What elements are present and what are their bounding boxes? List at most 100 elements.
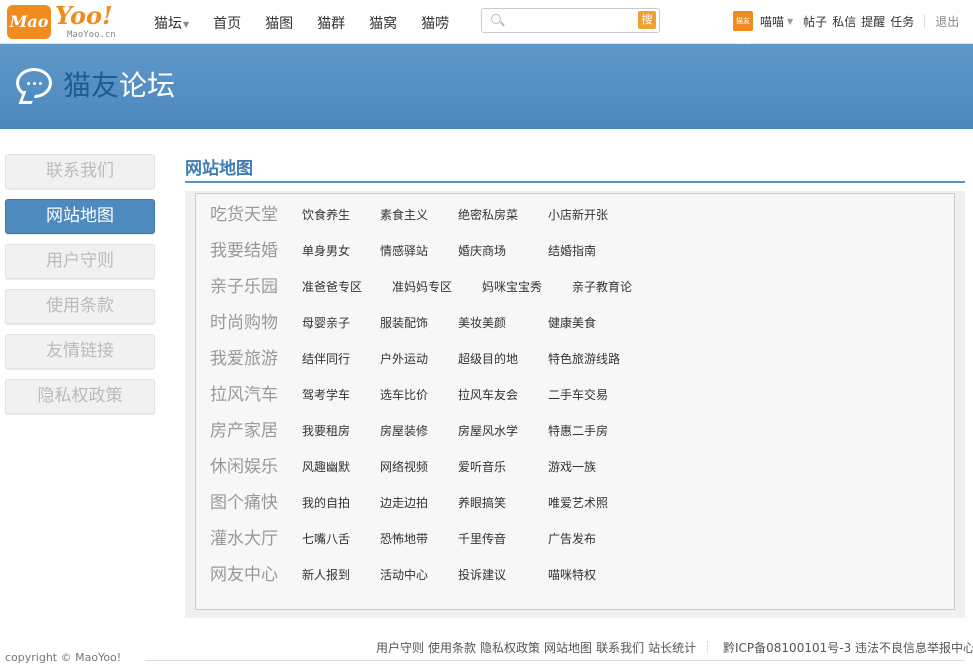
nav-item-chat[interactable]: 猫唠 xyxy=(421,13,449,33)
sitemap-category[interactable]: 我要结婚 xyxy=(210,240,278,262)
chevron-down-icon[interactable]: ▼ xyxy=(787,17,793,26)
username[interactable]: 喵喵 xyxy=(760,13,784,30)
sitemap-link[interactable]: 健康美食 xyxy=(548,315,596,331)
sitemap-link[interactable]: 养眼搞笑 xyxy=(458,495,506,511)
sitemap-link[interactable]: 超级目的地 xyxy=(458,351,518,367)
user-link-messages[interactable]: 私信 xyxy=(832,13,856,30)
search-input[interactable] xyxy=(506,11,636,30)
sitemap-link[interactable]: 素食主义 xyxy=(380,207,428,223)
sitemap-category[interactable]: 网友中心 xyxy=(210,564,278,586)
sitemap-link[interactable]: 房屋装修 xyxy=(380,423,428,439)
sitemap-link[interactable]: 选车比价 xyxy=(380,387,428,403)
chevron-down-icon: ▼ xyxy=(183,19,190,29)
sidebar-item-privacy[interactable]: 隐私权政策 xyxy=(5,379,155,414)
main-nav: 猫坛▼ 首页 猫图 猫群 猫窝 猫唠 xyxy=(154,13,473,33)
user-link-posts[interactable]: 帖子 xyxy=(803,13,827,30)
sitemap-link[interactable]: 单身男女 xyxy=(302,243,350,259)
sitemap-link[interactable]: 拉风车友会 xyxy=(458,387,518,403)
sitemap-link[interactable]: 新人报到 xyxy=(302,567,350,583)
sitemap-link[interactable]: 美妆美颜 xyxy=(458,315,506,331)
sitemap-link[interactable]: 驾考学车 xyxy=(302,387,350,403)
sidebar-item-terms[interactable]: 使用条款 xyxy=(5,289,155,324)
footer-link[interactable]: 站长统计 xyxy=(648,641,696,655)
sidebar-item-rules[interactable]: 用户守则 xyxy=(5,244,155,279)
page-title-part1: 猫友 xyxy=(63,69,120,102)
nav-item-forum[interactable]: 猫坛▼ xyxy=(154,13,189,33)
sitemap-link[interactable]: 准妈妈专区 xyxy=(392,279,452,295)
site-logo[interactable]: Mao Yoo! MaoYoo.cn xyxy=(7,1,122,41)
sitemap-link[interactable]: 活动中心 xyxy=(380,567,428,583)
page-banner: 猫友论坛 xyxy=(0,44,973,129)
sitemap-link[interactable]: 二手车交易 xyxy=(548,387,608,403)
icp-record[interactable]: 黔ICP备08100101号-3 违法不良信息举报中心 xyxy=(723,639,973,656)
sitemap-link[interactable]: 特色旅游线路 xyxy=(548,351,620,367)
search-icon xyxy=(491,14,501,24)
page-title-part2: 论坛 xyxy=(119,69,176,102)
sitemap-link[interactable]: 结伴同行 xyxy=(302,351,350,367)
sidebar: 联系我们 网站地图 用户守则 使用条款 友情链接 隐私权政策 xyxy=(5,154,155,424)
sitemap-link[interactable]: 户外运动 xyxy=(380,351,428,367)
nav-item-label: 猫坛 xyxy=(154,16,182,32)
sitemap-category[interactable]: 休闲娱乐 xyxy=(210,456,278,478)
footer-link[interactable]: 使用条款 xyxy=(428,641,476,655)
sitemap-link[interactable]: 妈咪宝宝秀 xyxy=(482,279,542,295)
sitemap-link[interactable]: 爱听音乐 xyxy=(458,459,506,475)
sitemap-category[interactable]: 吃货天堂 xyxy=(210,204,278,226)
sitemap-category[interactable]: 图个痛快 xyxy=(210,492,278,514)
sitemap-link[interactable]: 亲子教育论 xyxy=(572,279,632,295)
sitemap-list: 吃货天堂 饮食养生 素食主义 绝密私房菜 小店新开张我要结婚 单身男女 情感驿站 婚庆商场 结婚… xyxy=(195,193,955,610)
sitemap-link[interactable]: 风趣幽默 xyxy=(302,459,350,475)
sitemap-link[interactable]: 母婴亲子 xyxy=(302,315,350,331)
sitemap-link[interactable]: 恐怖地带 xyxy=(380,531,428,547)
footer-link[interactable]: 网站地图 xyxy=(544,641,592,655)
sitemap-link[interactable]: 千里传音 xyxy=(458,531,506,547)
sitemap-link[interactable]: 七嘴八舌 xyxy=(302,531,350,547)
sidebar-item-contact[interactable]: 联系我们 xyxy=(5,154,155,189)
logout-link[interactable]: 退出 xyxy=(935,13,959,30)
avatar[interactable]: 猫友论坛 xyxy=(733,11,753,45)
sitemap-link[interactable]: 准爸爸专区 xyxy=(302,279,362,295)
sitemap-link[interactable]: 小店新开张 xyxy=(548,207,608,223)
sitemap-link[interactable]: 房屋风水学 xyxy=(458,423,518,439)
sitemap-link[interactable]: 情感驿站 xyxy=(380,243,428,259)
divider xyxy=(707,641,708,653)
nav-item-home[interactable]: 首页 xyxy=(213,13,241,33)
user-link-tasks[interactable]: 任务 xyxy=(890,13,914,30)
main-content: 网站地图 吃货天堂 饮食养生 素食主义 绝密私房菜 小店新开张 我要结婚 单身男女 情感驿站 婚… xyxy=(185,158,965,618)
nav-item-nest[interactable]: 猫窝 xyxy=(369,13,397,33)
sitemap-category[interactable]: 亲子乐园 xyxy=(210,276,278,298)
speech-bubble-icon xyxy=(16,68,52,98)
sitemap-link[interactable]: 我的自拍 xyxy=(302,495,350,511)
sitemap-link[interactable]: 唯爱艺术照 xyxy=(548,495,608,511)
sitemap-link[interactable]: 网络视频 xyxy=(380,459,428,475)
search-button[interactable]: 搜 xyxy=(638,11,656,29)
sitemap-link[interactable]: 边走边拍 xyxy=(380,495,428,511)
sitemap-link[interactable]: 绝密私房菜 xyxy=(458,207,518,223)
sitemap-link[interactable]: 特惠二手房 xyxy=(548,423,608,439)
sitemap-link[interactable]: 婚庆商场 xyxy=(458,243,506,259)
footer-link[interactable]: 隐私权政策 xyxy=(480,641,540,655)
sitemap-link[interactable]: 游戏一族 xyxy=(548,459,596,475)
sitemap-category[interactable]: 房产家居 xyxy=(210,420,278,442)
nav-item-groups[interactable]: 猫群 xyxy=(317,13,345,33)
sidebar-item-sitemap[interactable]: 网站地图 xyxy=(5,199,155,234)
sitemap-category[interactable]: 拉风汽车 xyxy=(210,384,278,406)
sitemap-link[interactable]: 我要租房 xyxy=(302,423,350,439)
sitemap-link[interactable]: 饮食养生 xyxy=(302,207,350,223)
sitemap-link[interactable]: 投诉建议 xyxy=(458,567,506,583)
sitemap-category[interactable]: 我爱旅游 xyxy=(210,348,278,370)
sitemap-link[interactable]: 结婚指南 xyxy=(548,243,596,259)
sitemap-category[interactable]: 时尚购物 xyxy=(210,312,278,334)
logo-domain: MaoYoo.cn xyxy=(67,30,116,40)
sitemap-panel: 吃货天堂 饮食养生 素食主义 绝密私房菜 小店新开张我要结婚 单身男女 情感驿站 婚庆商场 结婚… xyxy=(185,191,965,618)
sitemap-category[interactable]: 灌水大厅 xyxy=(210,528,278,550)
nav-item-pics[interactable]: 猫图 xyxy=(265,13,293,33)
logo-badge: Mao xyxy=(7,5,51,39)
footer-link[interactable]: 用户守则 xyxy=(376,641,424,655)
sidebar-item-links[interactable]: 友情链接 xyxy=(5,334,155,369)
sitemap-link[interactable]: 服装配饰 xyxy=(380,315,428,331)
footer-link[interactable]: 联系我们 xyxy=(596,641,644,655)
sitemap-link[interactable]: 喵咪特权 xyxy=(548,567,596,583)
user-link-notifications[interactable]: 提醒 xyxy=(861,13,885,30)
sitemap-link[interactable]: 广告发布 xyxy=(548,531,596,547)
